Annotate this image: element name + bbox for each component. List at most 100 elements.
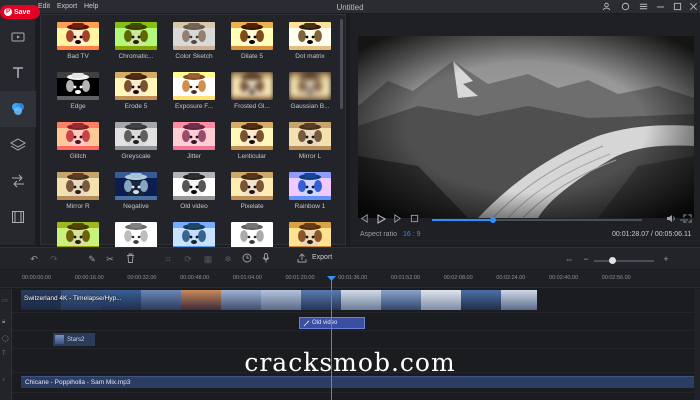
menu-export[interactable]: Export bbox=[57, 3, 77, 10]
rail-filters-button[interactable] bbox=[0, 91, 36, 127]
overlay-track-icon: ◯ bbox=[2, 336, 9, 342]
effect-item[interactable]: Erode 5 bbox=[107, 72, 165, 118]
seek-bar[interactable] bbox=[432, 217, 642, 223]
effect-item[interactable]: Negative bbox=[107, 172, 165, 218]
freeze-frame-icon[interactable]: ❄ bbox=[222, 253, 234, 265]
effect-item[interactable]: Mirror R bbox=[49, 172, 107, 218]
prev-frame-icon[interactable] bbox=[360, 214, 369, 225]
effect-item[interactable]: Chromatic... bbox=[107, 22, 165, 68]
effect-thumbnail bbox=[57, 172, 99, 200]
effect-item[interactable]: Dilate 5 bbox=[223, 22, 281, 68]
video-clip-title: Switzerland 4K - Timelapse/Hyp... bbox=[24, 295, 122, 302]
effect-thumbnail bbox=[115, 122, 157, 150]
overlay-clip[interactable]: Stars2 bbox=[53, 333, 95, 346]
fit-timeline-icon[interactable]: ⇔ bbox=[563, 253, 575, 265]
effect-thumbnail bbox=[115, 22, 157, 50]
effect-thumbnail bbox=[289, 172, 331, 200]
video-track-icon: ▭ bbox=[2, 298, 8, 304]
effect-item[interactable]: Jitter bbox=[165, 122, 223, 168]
effect-label: Gaussian B... bbox=[290, 103, 330, 110]
zoom-out-icon[interactable]: − bbox=[580, 253, 592, 265]
effect-thumbnail bbox=[57, 122, 99, 150]
effect-item[interactable]: Pixelate bbox=[223, 172, 281, 218]
export-icon[interactable] bbox=[296, 253, 308, 265]
effect-item[interactable]: Greyscale bbox=[107, 122, 165, 168]
window-title: Untitled bbox=[336, 3, 364, 12]
effect-label: Glitch bbox=[69, 153, 87, 160]
zoom-slider[interactable] bbox=[594, 257, 654, 264]
record-voice-icon[interactable] bbox=[260, 253, 272, 265]
rail-media-button[interactable] bbox=[0, 19, 36, 55]
edit-pencil-icon[interactable]: ✎ bbox=[86, 253, 98, 265]
rail-filmstrip-button[interactable] bbox=[0, 199, 36, 235]
effect-thumbnail bbox=[231, 172, 273, 200]
timeline-scrollbar[interactable] bbox=[694, 289, 700, 400]
maximize-icon[interactable] bbox=[671, 2, 683, 12]
effects-scrollbar[interactable] bbox=[340, 19, 343, 109]
effect-item[interactable]: Frosted Gl... bbox=[223, 72, 281, 118]
effect-item[interactable]: Gaussian B... bbox=[281, 72, 339, 118]
zoom-in-icon[interactable]: + bbox=[660, 253, 672, 265]
speed-icon[interactable] bbox=[241, 253, 253, 265]
theme-icon[interactable] bbox=[619, 2, 631, 12]
delete-icon[interactable] bbox=[124, 253, 136, 265]
effect-item[interactable]: Exposure F... bbox=[165, 72, 223, 118]
ruler-tick-label: 00:01:52.00 bbox=[390, 275, 420, 281]
effect-item[interactable]: Lenticular bbox=[223, 122, 281, 168]
playhead[interactable] bbox=[331, 278, 332, 400]
effect-thumbnail bbox=[231, 222, 273, 250]
watermark-text: cracksmob.com bbox=[244, 348, 456, 377]
next-frame-icon[interactable] bbox=[393, 214, 402, 225]
menu-help[interactable]: Help bbox=[84, 3, 98, 10]
audio-clip[interactable]: Chicane - Poppiholla - Sam Mix.mp3 bbox=[21, 376, 694, 388]
stop-icon[interactable] bbox=[410, 214, 419, 225]
close-icon[interactable] bbox=[687, 2, 699, 12]
account-icon[interactable] bbox=[600, 2, 612, 12]
rail-text-button[interactable] bbox=[0, 55, 36, 91]
minimize-icon[interactable] bbox=[654, 2, 666, 12]
menu-edit[interactable]: Edit bbox=[38, 3, 50, 10]
undo-icon[interactable]: ↶ bbox=[28, 253, 40, 265]
effect-item[interactable]: Mirror L bbox=[281, 122, 339, 168]
lock-icon[interactable]: 🔒︎ bbox=[2, 319, 5, 326]
rotate-icon[interactable]: ⟳ bbox=[182, 253, 194, 265]
effect-clip[interactable]: Old video bbox=[299, 317, 365, 329]
video-preview[interactable] bbox=[358, 36, 694, 218]
effect-thumbnail bbox=[289, 222, 331, 250]
play-icon[interactable] bbox=[376, 214, 387, 226]
cut-icon[interactable]: ✂ bbox=[104, 253, 116, 265]
effect-item[interactable]: Color Sketch bbox=[165, 22, 223, 68]
volume-icon[interactable] bbox=[666, 214, 676, 225]
pinterest-save-label: Save bbox=[14, 8, 31, 16]
ruler-tick-label: 00:02:40.00 bbox=[549, 275, 579, 281]
menu-icon[interactable] bbox=[637, 2, 649, 12]
effect-label: Old video bbox=[180, 203, 208, 210]
seek-handle[interactable] bbox=[489, 217, 496, 223]
volume-slider[interactable] bbox=[680, 219, 688, 221]
effect-item[interactable]: Edge bbox=[49, 72, 107, 118]
effect-item[interactable]: Bad TV bbox=[49, 22, 107, 68]
text-icon bbox=[13, 67, 23, 78]
effect-label: Edge bbox=[70, 103, 86, 110]
rail-transitions-button[interactable] bbox=[0, 163, 36, 199]
pinterest-icon: P bbox=[4, 8, 12, 16]
mosaic-icon[interactable]: ▦ bbox=[202, 253, 214, 265]
aspect-ratio-select[interactable]: 16 : 9 bbox=[403, 231, 421, 238]
zoom-handle[interactable] bbox=[609, 257, 616, 264]
crop-icon[interactable]: ⌗ bbox=[162, 253, 174, 265]
rail-overlays-button[interactable] bbox=[0, 127, 36, 163]
effect-item[interactable]: Glitch bbox=[49, 122, 107, 168]
timeline-ruler[interactable]: 00:00:00.00 00:00:16.00 00:00:32.00 00:00:4… bbox=[0, 270, 700, 288]
track-headers: ▭ 🔒︎ ◯ T ♪ bbox=[0, 289, 12, 400]
effect-clip-label: Old video bbox=[312, 320, 338, 326]
pinterest-save-button[interactable]: P Save bbox=[0, 5, 40, 19]
export-button[interactable]: Export bbox=[312, 254, 332, 261]
effect-label: Dot matrix bbox=[295, 53, 325, 60]
redo-icon[interactable]: ↷ bbox=[48, 253, 60, 265]
video-clip[interactable]: Switzerland 4K - Timelapse/Hyp... bbox=[21, 290, 537, 310]
effect-thumbnail bbox=[115, 72, 157, 100]
effect-item[interactable]: Rainbow 1 bbox=[281, 172, 339, 218]
effect-label: Jitter bbox=[186, 153, 202, 160]
effect-item[interactable]: Old video bbox=[165, 172, 223, 218]
effect-item[interactable]: Dot matrix bbox=[281, 22, 339, 68]
